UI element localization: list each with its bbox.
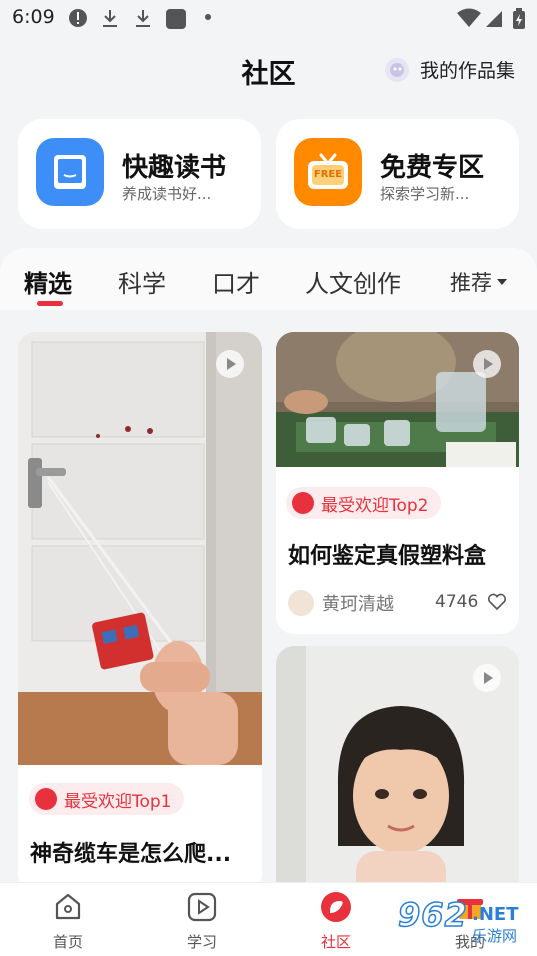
promo-subtitle: 养成读书好... (122, 185, 212, 203)
like-count-value: 4746 (435, 592, 479, 612)
tab-featured[interactable]: 精选 (24, 264, 72, 299)
more-dot-icon (205, 14, 211, 20)
video-card[interactable]: 最受欢迎Top1 神奇缆车是怎么爬... (18, 332, 262, 888)
nav-community[interactable]: 社区 (296, 891, 376, 952)
signal-icon (486, 11, 502, 27)
promo-card-reading[interactable]: 快趣读书 养成读书好... (18, 119, 261, 229)
watermark-suffix: .NET (472, 904, 519, 925)
status-bar: 6:09 (0, 0, 537, 36)
play-icon[interactable] (473, 664, 501, 692)
watermark-number: 962 (397, 895, 468, 935)
like-count[interactable]: 4746 (435, 592, 507, 612)
recommend-dropdown[interactable]: 推荐 (450, 267, 507, 297)
category-tabs: 精选 科学 口才 人文创作 推荐 (0, 248, 537, 310)
author[interactable]: 黄珂清越 (288, 590, 394, 616)
play-square-icon (187, 892, 217, 922)
wifi-icon (457, 8, 481, 27)
promo-title: 快趣读书 (122, 153, 227, 183)
feed-section: 精选 科学 口才 人文创作 推荐 最受欢迎Top1 神奇缆车是怎么爬... 最受… (0, 248, 537, 888)
badge-label: 最受欢迎Top1 (64, 791, 172, 812)
author-name: 黄珂清越 (322, 594, 394, 615)
nav-label: 首页 (52, 933, 83, 951)
home-icon (55, 893, 81, 920)
popular-badge: 最受欢迎Top2 (286, 487, 441, 519)
tab-eloquence[interactable]: 口才 (212, 264, 260, 299)
book-icon (36, 138, 104, 206)
video-thumbnail (18, 332, 262, 765)
popular-badge: 最受欢迎Top1 (29, 783, 184, 815)
tab-humanities[interactable]: 人文创作 (305, 264, 401, 299)
avatar (288, 590, 314, 616)
badge-label: 最受欢迎Top2 (321, 495, 429, 516)
promo-title: 免费专区 (380, 153, 485, 183)
fire-icon (35, 788, 57, 810)
promo-subtitle: 探索学习新... (380, 185, 470, 203)
active-tab-indicator (37, 301, 63, 306)
tab-science[interactable]: 科学 (118, 264, 166, 299)
play-icon[interactable] (473, 350, 501, 378)
download-icon (103, 10, 117, 27)
card-title: 如何鉴定真假塑料盒 (288, 544, 487, 569)
my-works-button[interactable]: 我的作品集 (384, 56, 515, 83)
nav-label: 学习 (186, 933, 217, 951)
free-icon-text: FREE (313, 169, 343, 180)
community-icon (321, 892, 351, 922)
nav-label: 社区 (320, 933, 351, 951)
alert-icon (69, 9, 87, 27)
caret-down-icon (497, 279, 507, 285)
site-watermark: 962 .NET 乐游网 (397, 892, 530, 950)
video-card[interactable]: 最受欢迎Top2 如何鉴定真假塑料盒 黄珂清越 4746 (276, 332, 519, 634)
status-time: 6:09 (12, 6, 55, 28)
play-icon[interactable] (216, 350, 244, 378)
heart-icon (488, 593, 507, 611)
battery-icon (513, 8, 525, 29)
card-title: 神奇缆车是怎么爬... (30, 842, 232, 867)
promo-card-free[interactable]: FREE 免费专区 探索学习新... (276, 119, 519, 229)
recommend-label: 推荐 (450, 271, 492, 295)
fire-icon (292, 492, 314, 514)
header: 社区 我的作品集 (0, 36, 537, 106)
app-square-icon (166, 9, 186, 29)
free-tv-icon: FREE (294, 138, 362, 206)
works-avatar-icon (384, 57, 409, 82)
my-works-label: 我的作品集 (419, 60, 515, 82)
nav-home[interactable]: 首页 (28, 891, 108, 952)
download-icon (136, 10, 150, 27)
video-card[interactable] (276, 646, 519, 888)
watermark-site: 乐游网 (472, 927, 518, 945)
nav-study[interactable]: 学习 (162, 891, 242, 952)
